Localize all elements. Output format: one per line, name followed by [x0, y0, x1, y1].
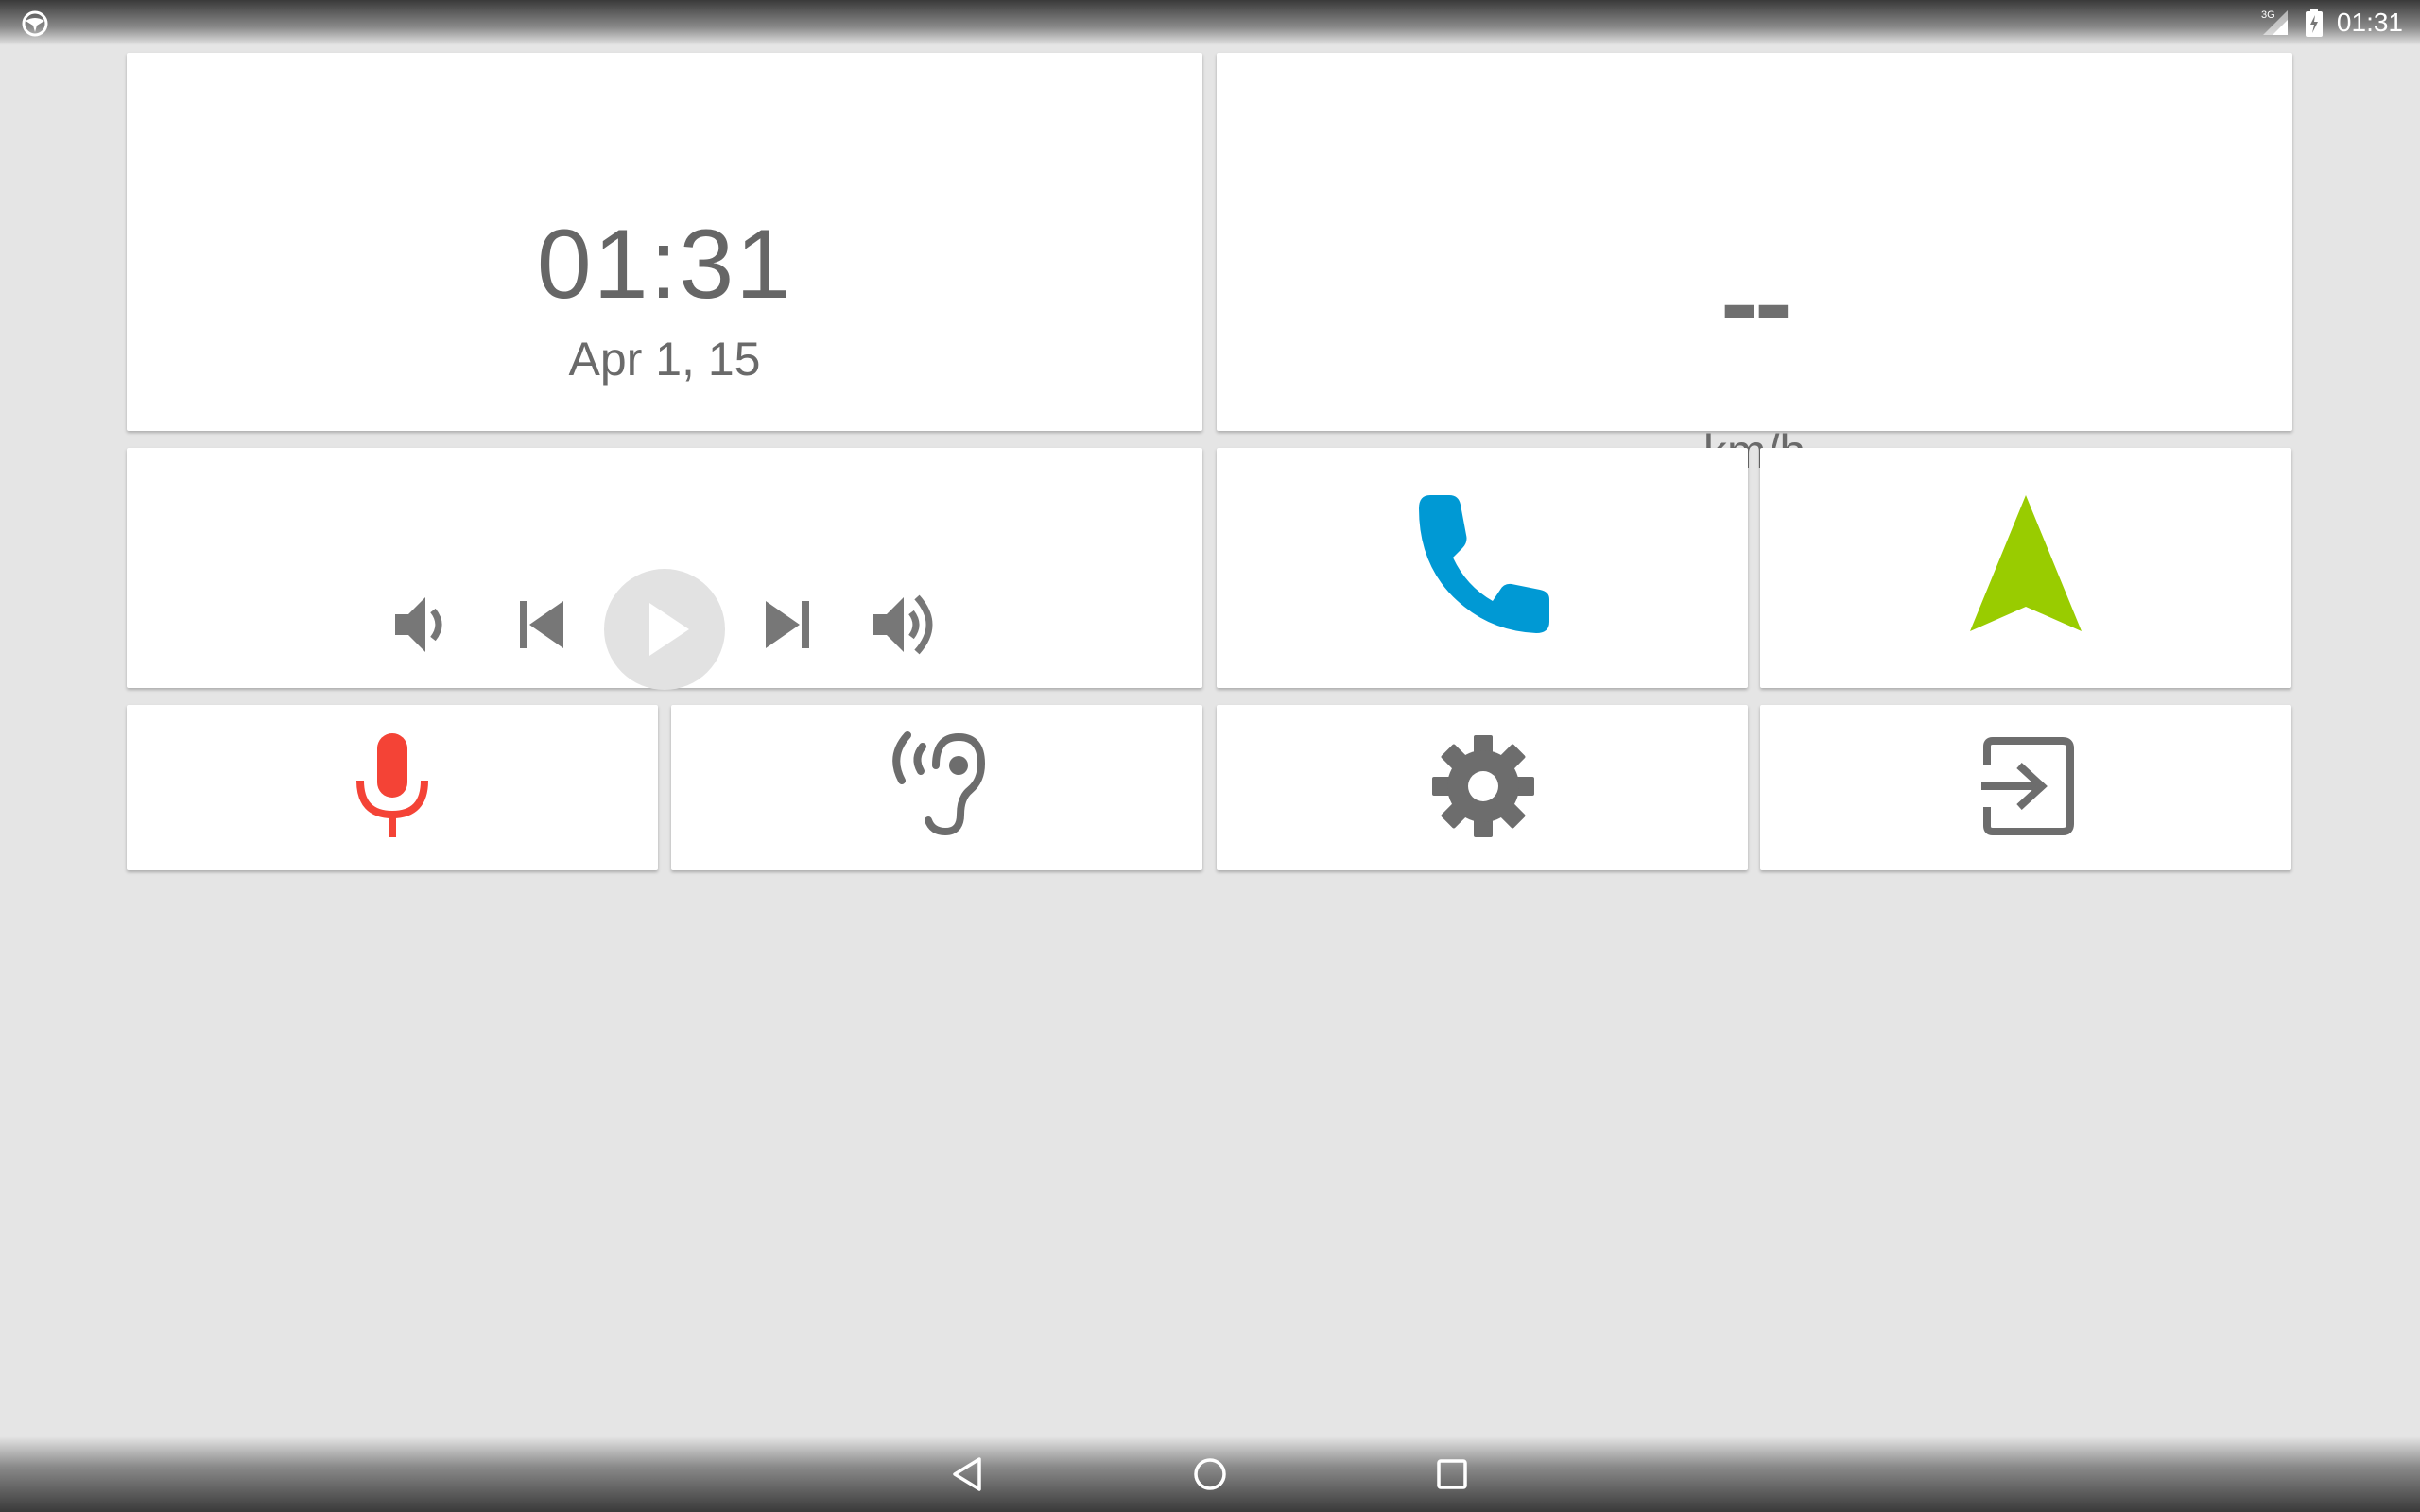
exit-icon — [1981, 737, 2074, 835]
clock-date: Apr 1, 15 — [568, 333, 761, 386]
play-button[interactable] — [604, 569, 725, 690]
battery-charging-icon — [2305, 9, 2323, 37]
phone-icon — [1419, 495, 1549, 633]
speed-value: -- — [1720, 239, 1792, 366]
status-bar: 3G 01:31 — [0, 0, 2420, 45]
microphone-icon — [356, 733, 428, 837]
svg-text:3G: 3G — [2261, 9, 2275, 21]
skip-next-icon[interactable] — [762, 597, 813, 652]
status-icons: 3G 01:31 — [2259, 6, 2403, 40]
exit-tile[interactable] — [1760, 705, 2291, 870]
status-time: 01:31 — [2336, 8, 2403, 37]
clock-tile[interactable]: 01:31 Apr 1, 15 — [127, 53, 1202, 431]
settings-tile[interactable] — [1217, 705, 1748, 870]
signal-icon: 3G — [2261, 9, 2288, 35]
volume-up-icon[interactable] — [870, 588, 943, 662]
phone-tile[interactable] — [1217, 448, 1748, 688]
steering-wheel-icon — [22, 10, 48, 37]
gear-icon — [1432, 735, 1534, 837]
volume-down-icon[interactable] — [391, 592, 452, 658]
navigation-tile[interactable] — [1760, 448, 2291, 688]
speedometer-tile[interactable]: -- km/h — [1217, 53, 2292, 478]
back-icon[interactable] — [943, 1450, 993, 1499]
home-icon[interactable] — [1185, 1450, 1235, 1499]
ear-listening-icon — [892, 731, 986, 836]
recents-icon[interactable] — [1427, 1450, 1477, 1499]
media-controls-tile — [127, 448, 1202, 690]
skip-previous-icon[interactable] — [516, 597, 567, 652]
clock-time: 01:31 — [536, 210, 793, 319]
voice-input-tile[interactable] — [127, 705, 658, 870]
navigation-arrow-icon — [1970, 495, 2082, 631]
play-icon — [649, 603, 689, 656]
hearing-tile[interactable] — [671, 705, 1202, 870]
system-nav-bar — [0, 1436, 2420, 1512]
